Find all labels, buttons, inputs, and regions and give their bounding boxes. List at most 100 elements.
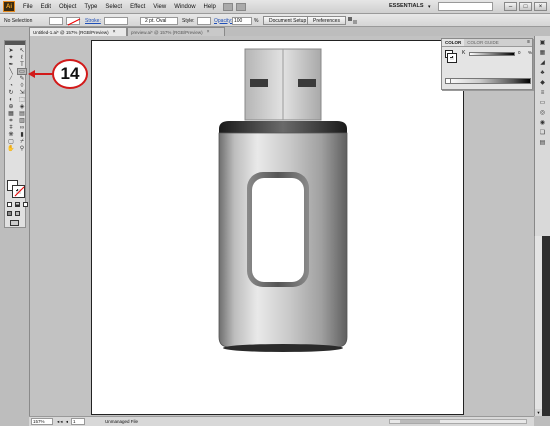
layers-panel-icon[interactable]: ❏: [540, 130, 545, 136]
transparency-panel-icon[interactable]: ◎: [540, 110, 545, 116]
graphic-styles-panel-icon[interactable]: ◆: [540, 80, 545, 86]
k-value[interactable]: 0: [518, 50, 521, 55]
bridge-icon[interactable]: [222, 2, 233, 11]
arrange-documents-icon[interactable]: [235, 2, 246, 11]
gradient-mode-icon[interactable]: [15, 202, 20, 207]
screen-mode-icon[interactable]: [10, 220, 19, 226]
style-swatch[interactable]: [197, 16, 211, 25]
brushes-panel-icon[interactable]: ◢: [540, 60, 545, 66]
none-swatch-icon[interactable]: [445, 78, 451, 84]
control-bar: No Selection Stroke: 2 pt. Oval Style: O…: [0, 14, 550, 27]
lasso-tool-icon[interactable]: ℓ: [17, 54, 27, 61]
stroke-weight-field[interactable]: [104, 16, 128, 25]
gradient-panel-icon[interactable]: ▭: [540, 100, 546, 106]
tab-untitled[interactable]: Untitled-1.ai* @ 157% (RGB/Preview) ×: [29, 27, 127, 36]
scrollbar-thumb[interactable]: [400, 420, 440, 423]
perspective-selection-tool-icon[interactable]: ▤: [17, 110, 27, 117]
stroke-panel-icon[interactable]: ≡: [541, 90, 545, 96]
zoom-tool-icon[interactable]: ⚲: [17, 145, 27, 152]
draw-behind-icon[interactable]: [15, 211, 20, 216]
eyedropper-tool-icon[interactable]: ǂ: [6, 124, 16, 131]
live-paint-tool-icon[interactable]: ◈: [17, 103, 27, 110]
color-ramp[interactable]: [445, 78, 531, 84]
k-slider[interactable]: [469, 52, 515, 56]
menu-window[interactable]: Window: [170, 4, 199, 10]
zoom-field[interactable]: 157%: [31, 418, 53, 425]
workspace-switcher[interactable]: ESSENTIALS: [389, 3, 424, 9]
menu-edit[interactable]: Edit: [37, 4, 55, 10]
menu-object[interactable]: Object: [55, 4, 80, 10]
status-bar: 157% ◂◂ ◂ 1 Unmanaged File: [29, 416, 534, 426]
menu-select[interactable]: Select: [101, 4, 126, 10]
tab-preview[interactable]: preview.ai* @ 157% (RGB/Preview) ×: [127, 27, 225, 36]
search-input[interactable]: [438, 2, 493, 11]
opacity-field[interactable]: 100: [232, 16, 252, 25]
blend-tool-icon[interactable]: ∞: [17, 124, 27, 131]
maximize-button[interactable]: □: [519, 2, 532, 11]
horizontal-scrollbar[interactable]: [389, 419, 527, 424]
eraser-tool-icon[interactable]: ◊: [17, 82, 27, 89]
free-transform-tool-icon[interactable]: ⬚: [17, 96, 27, 103]
stroke-swatch[interactable]: [66, 16, 81, 25]
panel-menu-icon[interactable]: ≡: [527, 39, 532, 46]
color-panel-icon[interactable]: ▣: [540, 40, 546, 46]
rotate-tool-icon[interactable]: ↻: [6, 89, 16, 96]
opacity-label[interactable]: Opacity:: [214, 18, 232, 24]
paintbrush-tool-icon[interactable]: ⁄: [6, 75, 16, 82]
menu-effect[interactable]: Effect: [126, 4, 149, 10]
menu-view[interactable]: View: [149, 4, 170, 10]
scroll-down-icon[interactable]: ▼: [535, 409, 542, 416]
symbol-sprayer-tool-icon[interactable]: ❋: [6, 131, 16, 138]
magic-wand-tool-icon[interactable]: ✦: [6, 54, 16, 61]
close-icon[interactable]: ×: [113, 29, 116, 35]
selection-tool-icon[interactable]: ➤: [6, 47, 16, 54]
pen-tool-icon[interactable]: ✒: [6, 61, 16, 68]
scale-tool-icon[interactable]: ⇲: [17, 89, 27, 96]
color-stroke-swatch[interactable]: [447, 53, 457, 63]
tab-color-guide[interactable]: COLOR GUIDE: [464, 39, 502, 46]
brush-definition-field[interactable]: 2 pt. Oval: [140, 16, 178, 25]
artboard-nav-icon[interactable]: ◂◂ ◂: [57, 419, 69, 425]
close-button[interactable]: ×: [534, 2, 547, 11]
type-tool-icon[interactable]: T: [17, 61, 27, 68]
symbols-panel-icon[interactable]: ♣: [541, 70, 545, 76]
file-status[interactable]: Unmanaged File: [105, 419, 138, 424]
line-tool-icon[interactable]: ╲: [6, 68, 16, 75]
artboard-number-field[interactable]: 1: [71, 418, 86, 425]
arrange-icon[interactable]: [347, 16, 359, 25]
close-icon[interactable]: ×: [207, 29, 210, 35]
chevron-down-icon[interactable]: ▾: [428, 4, 431, 10]
shape-builder-tool-icon[interactable]: ⊕: [6, 103, 16, 110]
direct-selection-tool-icon[interactable]: ↖: [17, 47, 27, 54]
warp-tool-icon[interactable]: ◐: [6, 96, 16, 103]
gradient-tool-icon[interactable]: ▥: [17, 117, 27, 124]
stroke-label[interactable]: Stroke:: [85, 18, 101, 24]
preferences-button[interactable]: Preferences: [307, 16, 346, 25]
swatches-panel-icon[interactable]: ▦: [540, 50, 546, 56]
brush-control: 2 pt. Oval: [140, 16, 178, 25]
minimize-button[interactable]: –: [504, 2, 517, 11]
artboard[interactable]: [91, 40, 464, 415]
tab-label: preview.ai* @ 157% (RGB/Preview): [131, 29, 203, 35]
usb-drive-illustration[interactable]: [92, 41, 465, 416]
slice-tool-icon[interactable]: ⌿: [17, 138, 27, 145]
hand-tool-icon[interactable]: ✋: [6, 145, 16, 152]
menu-file[interactable]: File: [19, 4, 37, 10]
document-setup-button[interactable]: Document Setup: [263, 16, 313, 25]
menu-help[interactable]: Help: [200, 4, 220, 10]
perspective-grid-tool-icon[interactable]: ▦: [6, 110, 16, 117]
mesh-tool-icon[interactable]: ⌗: [6, 117, 16, 124]
draw-normal-icon[interactable]: [7, 211, 12, 216]
tab-color[interactable]: COLOR: [442, 39, 465, 46]
artboards-panel-icon[interactable]: ▤: [540, 140, 546, 146]
rectangle-tool-icon[interactable]: ▭: [17, 68, 27, 75]
appearance-panel-icon[interactable]: ◉: [540, 120, 545, 126]
menu-type[interactable]: Type: [80, 4, 101, 10]
color-mode-icon[interactable]: [7, 202, 12, 207]
pencil-tool-icon[interactable]: ✎: [17, 75, 27, 82]
blob-brush-tool-icon[interactable]: ◔: [6, 82, 16, 89]
none-mode-icon[interactable]: [23, 202, 28, 207]
artboard-tool-icon[interactable]: ▢: [6, 138, 16, 145]
column-graph-tool-icon[interactable]: ▮: [17, 131, 27, 138]
fill-swatch[interactable]: [49, 16, 63, 25]
